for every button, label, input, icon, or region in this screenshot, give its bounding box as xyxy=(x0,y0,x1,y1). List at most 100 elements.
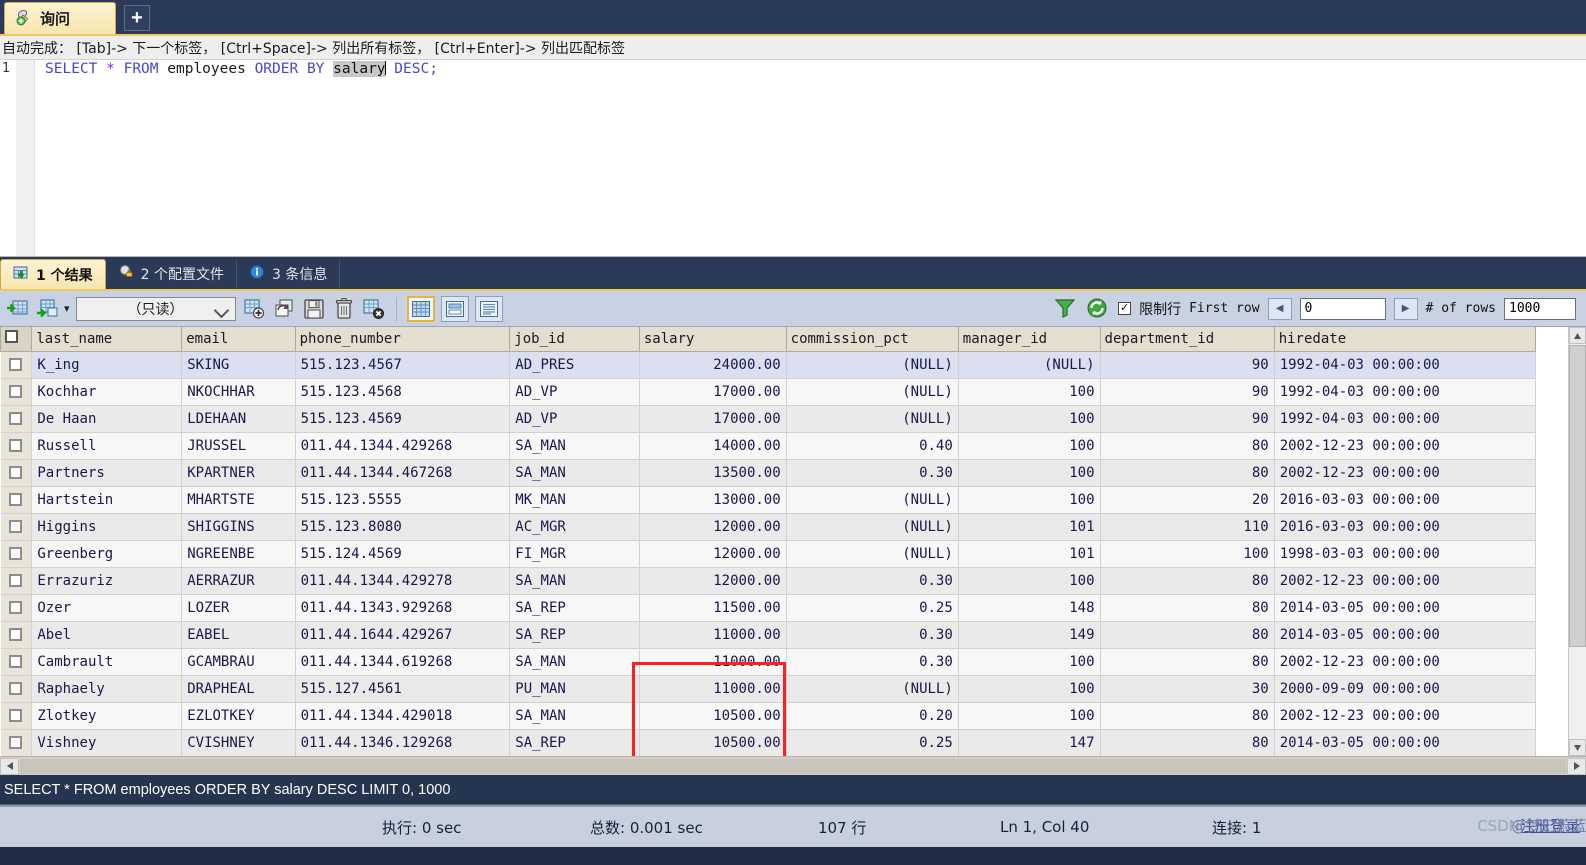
cell-commission_pct[interactable]: (NULL) xyxy=(786,351,959,379)
delete-icon[interactable] xyxy=(332,297,356,321)
cell-department_id[interactable]: 80 xyxy=(1100,567,1275,595)
cell-last_name[interactable]: Raphaely xyxy=(31,675,183,703)
cell-department_id[interactable]: 100 xyxy=(1100,540,1275,568)
row-select-cell[interactable] xyxy=(0,621,33,649)
cell-manager_id[interactable]: 100 xyxy=(958,432,1101,460)
scroll-down-button[interactable] xyxy=(1569,739,1586,756)
row-select-cell[interactable] xyxy=(0,378,33,406)
cell-phone_number[interactable]: 011.44.1644.429267 xyxy=(295,621,511,649)
cell-last_name[interactable]: Ozer xyxy=(31,594,183,622)
cell-phone_number[interactable]: 011.44.1344.467268 xyxy=(295,459,511,487)
table-row[interactable]: Higgins SHIGGINS 515.123.8080 AC_MGR 12000.0… xyxy=(0,513,1537,541)
cell-last_name[interactable]: Zlotkey xyxy=(31,702,183,730)
cell-hiredate[interactable]: 2002-12-23 00:00:00 xyxy=(1274,648,1537,676)
cell-manager_id[interactable]: 100 xyxy=(958,702,1101,730)
cell-department_id[interactable]: 90 xyxy=(1100,378,1275,406)
cell-job_id[interactable]: SA_MAN xyxy=(509,567,640,595)
column-header-commission_pct[interactable]: commission_pct xyxy=(785,327,959,352)
cell-commission_pct[interactable]: 0.25 xyxy=(786,594,959,622)
cell-job_id[interactable]: SA_REP xyxy=(509,594,640,622)
new-tab-button[interactable]: + xyxy=(124,5,150,31)
tab-profiles[interactable]: 2 个配置文件 xyxy=(106,259,237,289)
cell-job_id[interactable]: AD_PRES xyxy=(509,351,640,379)
cell-phone_number[interactable]: 011.44.1344.429278 xyxy=(295,567,511,595)
cell-salary[interactable]: 14000.00 xyxy=(639,432,787,460)
cell-job_id[interactable]: SA_MAN xyxy=(509,648,640,676)
row-checkbox[interactable] xyxy=(9,465,23,479)
cell-salary[interactable]: 10500.00 xyxy=(639,729,787,756)
cell-salary[interactable]: 13500.00 xyxy=(639,459,787,487)
cell-commission_pct[interactable]: (NULL) xyxy=(786,405,959,433)
row-checkbox[interactable] xyxy=(9,573,23,587)
cell-email[interactable]: LDEHAAN xyxy=(181,405,296,433)
cell-department_id[interactable]: 20 xyxy=(1100,486,1275,514)
cell-phone_number[interactable]: 011.44.1343.929268 xyxy=(295,594,511,622)
row-checkbox[interactable] xyxy=(9,627,23,641)
row-checkbox[interactable] xyxy=(9,411,23,425)
table-row[interactable]: Raphaely DRAPHEAL 515.127.4561 PU_MAN 11000.… xyxy=(0,675,1537,703)
cell-hiredate[interactable]: 2002-12-23 00:00:00 xyxy=(1274,702,1537,730)
cell-job_id[interactable]: SA_REP xyxy=(509,729,640,756)
cell-manager_id[interactable]: 100 xyxy=(958,648,1101,676)
cell-hiredate[interactable]: 2016-03-03 00:00:00 xyxy=(1274,513,1537,541)
cell-last_name[interactable]: De Haan xyxy=(31,405,183,433)
row-checkbox[interactable] xyxy=(9,735,23,749)
cell-last_name[interactable]: Cambrault xyxy=(31,648,183,676)
cell-phone_number[interactable]: 011.44.1344.429018 xyxy=(295,702,511,730)
cell-salary[interactable]: 17000.00 xyxy=(639,378,787,406)
cell-manager_id[interactable]: 149 xyxy=(958,621,1101,649)
cell-salary[interactable]: 11000.00 xyxy=(639,648,787,676)
cell-department_id[interactable]: 80 xyxy=(1100,432,1275,460)
cell-phone_number[interactable]: 011.44.1344.429268 xyxy=(295,432,511,460)
import-grid-icon[interactable] xyxy=(6,297,30,321)
cell-email[interactable]: GCAMBRAU xyxy=(181,648,296,676)
row-select-cell[interactable] xyxy=(0,702,33,730)
column-header-last_name[interactable]: last_name xyxy=(31,327,183,352)
discard-icon[interactable] xyxy=(362,297,386,321)
vertical-scrollbar[interactable] xyxy=(1568,327,1586,756)
cell-department_id[interactable]: 80 xyxy=(1100,729,1275,756)
row-checkbox[interactable] xyxy=(9,519,23,533)
cell-department_id[interactable]: 80 xyxy=(1100,459,1275,487)
cell-hiredate[interactable]: 2002-12-23 00:00:00 xyxy=(1274,459,1537,487)
cell-department_id[interactable]: 80 xyxy=(1100,648,1275,676)
cell-email[interactable]: LOZER xyxy=(181,594,296,622)
cell-email[interactable]: DRAPHEAL xyxy=(181,675,296,703)
cell-manager_id[interactable]: (NULL) xyxy=(958,351,1101,379)
cell-phone_number[interactable]: 011.44.1346.129268 xyxy=(295,729,511,756)
row-checkbox[interactable] xyxy=(9,357,23,371)
cell-commission_pct[interactable]: (NULL) xyxy=(786,675,959,703)
cell-salary[interactable]: 11000.00 xyxy=(639,675,787,703)
row-checkbox[interactable] xyxy=(9,708,23,722)
cell-manager_id[interactable]: 100 xyxy=(958,459,1101,487)
row-select-cell[interactable] xyxy=(0,432,33,460)
cell-email[interactable]: CVISHNEY xyxy=(181,729,296,756)
cell-hiredate[interactable]: 1992-04-03 00:00:00 xyxy=(1274,405,1537,433)
cell-department_id[interactable]: 30 xyxy=(1100,675,1275,703)
row-checkbox[interactable] xyxy=(9,681,23,695)
cell-phone_number[interactable]: 515.123.8080 xyxy=(295,513,511,541)
cell-email[interactable]: JRUSSEL xyxy=(181,432,296,460)
cell-last_name[interactable]: Higgins xyxy=(31,513,183,541)
tab-messages[interactable]: 3 条信息 xyxy=(237,259,341,289)
cell-hiredate[interactable]: 2014-03-05 00:00:00 xyxy=(1274,621,1537,649)
grid-mode-select[interactable]: （只读） xyxy=(75,296,236,321)
tab-results[interactable]: 1 个结果 xyxy=(0,259,106,289)
vertical-scroll-thumb[interactable] xyxy=(1569,345,1586,647)
cell-email[interactable]: EABEL xyxy=(181,621,296,649)
table-row[interactable]: Errazuriz AERRAZUR 011.44.1344.429278 SA_MA… xyxy=(0,567,1537,595)
scroll-left-button[interactable] xyxy=(0,757,19,775)
cell-department_id[interactable]: 80 xyxy=(1100,702,1275,730)
row-checkbox[interactable] xyxy=(9,600,23,614)
row-select-cell[interactable] xyxy=(0,567,33,595)
chevron-down-icon[interactable]: ▾ xyxy=(64,302,70,315)
cell-email[interactable]: SKING xyxy=(181,351,296,379)
column-header-phone_number[interactable]: phone_number xyxy=(294,327,511,352)
cell-department_id[interactable]: 110 xyxy=(1100,513,1275,541)
row-select-cell[interactable] xyxy=(0,648,33,676)
cell-commission_pct[interactable]: (NULL) xyxy=(786,486,959,514)
form-view-icon[interactable] xyxy=(440,295,469,322)
cell-manager_id[interactable]: 100 xyxy=(958,675,1101,703)
table-row[interactable]: Vishney CVISHNEY 011.44.1346.129268 SA_REP 1… xyxy=(0,729,1537,756)
cell-job_id[interactable]: AC_MGR xyxy=(509,513,640,541)
